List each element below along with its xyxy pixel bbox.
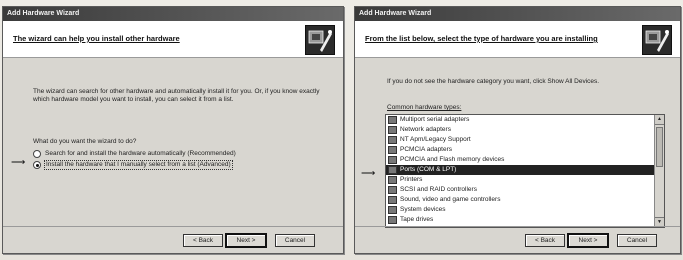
printer-icon <box>388 176 397 184</box>
list-item[interactable]: Sound, video and game controllers <box>386 195 664 205</box>
list-label: Common hardware types: <box>387 104 462 111</box>
sound-icon <box>388 196 397 204</box>
list-item[interactable]: NT Apm/Legacy Support <box>386 135 664 145</box>
list-item[interactable]: Printers <box>386 175 664 185</box>
list-item[interactable]: PCMCIA adapters <box>386 145 664 155</box>
cancel-button[interactable]: Cancel <box>275 234 315 247</box>
hardware-types-listbox[interactable]: Multiport serial adapters Network adapte… <box>385 114 665 228</box>
option-label[interactable]: Search for and install the hardware auto… <box>45 150 236 158</box>
wizard-footer: < Back Next > Cancel <box>355 226 680 253</box>
header-title: From the list below, select the type of … <box>365 34 598 43</box>
radio-button-selected[interactable] <box>33 161 41 169</box>
list-item[interactable]: PCMCIA and Flash memory devices <box>386 155 664 165</box>
back-button[interactable]: < Back <box>183 234 223 247</box>
window-title: Add Hardware Wizard <box>3 7 343 21</box>
description-text: The wizard can search for other hardware… <box>33 88 320 103</box>
flash-memory-icon <box>388 156 397 164</box>
back-button[interactable]: < Back <box>525 234 565 247</box>
hardware-wizard-icon <box>305 25 335 55</box>
pcmcia-icon <box>388 146 397 154</box>
option-install-manually[interactable]: Install the hardware that I manually sel… <box>33 160 233 170</box>
list-item[interactable]: System devices <box>386 205 664 215</box>
computer-icon <box>388 136 397 144</box>
system-device-icon <box>388 206 397 214</box>
pointer-arrow-icon: ⟶ <box>361 168 376 179</box>
port-icon <box>388 166 397 174</box>
wizard-header: From the list below, select the type of … <box>355 21 680 58</box>
scsi-icon <box>388 186 397 194</box>
wizard-header: The wizard can help you install other ha… <box>3 21 343 58</box>
listbox-scrollbar[interactable]: ▲ ▼ <box>654 115 664 227</box>
wizard-footer: < Back Next > Cancel <box>3 226 343 253</box>
option-label[interactable]: Install the hardware that I manually sel… <box>44 160 233 170</box>
option-search-automatically[interactable]: Search for and install the hardware auto… <box>33 150 236 158</box>
scroll-thumb[interactable] <box>656 127 663 167</box>
add-hardware-wizard-right: Add Hardware Wizard From the list below,… <box>354 6 681 254</box>
pointer-arrow-icon: ⟶ <box>11 157 26 168</box>
scroll-up-arrow-icon[interactable]: ▲ <box>655 115 664 125</box>
cancel-button[interactable]: Cancel <box>617 234 657 247</box>
next-button[interactable]: Next > <box>225 233 267 248</box>
list-item-selected[interactable]: Ports (COM & LPT) <box>386 165 664 175</box>
device-icon <box>388 116 397 124</box>
list-item[interactable]: Tape drives <box>386 215 664 225</box>
wizard-content: If you do not see the hardware category … <box>355 58 680 234</box>
list-item[interactable]: Network adapters <box>386 125 664 135</box>
wizard-content: The wizard can search for other hardware… <box>3 58 343 234</box>
question-text: What do you want the wizard to do? <box>33 138 137 145</box>
hardware-wizard-icon <box>642 25 672 55</box>
network-adapter-icon <box>388 126 397 134</box>
prompt-text: If you do not see the hardware category … <box>387 78 600 85</box>
radio-button[interactable] <box>33 150 41 158</box>
list-item[interactable]: Multiport serial adapters <box>386 115 664 125</box>
list-item[interactable]: SCSI and RAID controllers <box>386 185 664 195</box>
window-title: Add Hardware Wizard <box>355 7 680 21</box>
header-title: The wizard can help you install other ha… <box>13 34 180 43</box>
add-hardware-wizard-left: Add Hardware Wizard The wizard can help … <box>2 6 344 254</box>
tape-drive-icon <box>388 216 397 224</box>
next-button[interactable]: Next > <box>567 233 609 248</box>
